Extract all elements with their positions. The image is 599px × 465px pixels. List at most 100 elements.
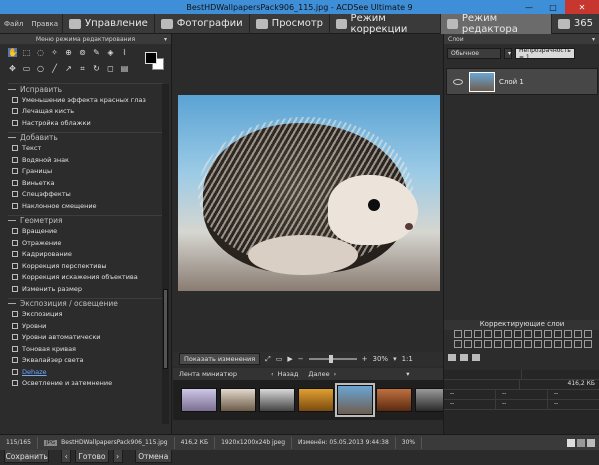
line-icon[interactable]: ╱ [50, 64, 59, 73]
split-tone-icon[interactable] [474, 340, 482, 348]
tab-365[interactable]: 365 [550, 13, 599, 34]
tone-adjust-icon[interactable] [514, 330, 522, 338]
gradient-map-icon[interactable] [514, 340, 522, 348]
vignette-adjust-icon[interactable] [564, 330, 572, 338]
fit-icon[interactable]: ⤢ [265, 355, 271, 364]
tool-text[interactable]: Текст [8, 143, 163, 155]
thumbnail[interactable] [181, 388, 217, 412]
threshold-icon[interactable] [494, 340, 502, 348]
zoom-slider[interactable] [308, 355, 357, 363]
foreground-color-swatch[interactable] [145, 52, 157, 64]
back-button[interactable]: Назад [278, 370, 299, 378]
crop-icon[interactable]: ⌗ [78, 64, 87, 73]
histogram-icon[interactable] [567, 438, 575, 447]
dodge-adjust-icon[interactable] [544, 340, 552, 348]
noise-adjust-icon[interactable] [554, 330, 562, 338]
cancel-button[interactable]: Отмена [134, 449, 172, 463]
channel-mixer-icon[interactable] [524, 340, 532, 348]
thumbnail[interactable] [220, 388, 256, 412]
lut-adjust-icon[interactable] [584, 340, 592, 348]
chevron-down-icon[interactable]: ▾ [504, 48, 512, 59]
chevron-down-icon[interactable]: ▾ [164, 36, 167, 43]
posterize-icon[interactable] [484, 340, 492, 348]
zoom-knob[interactable] [328, 355, 333, 363]
play-icon[interactable]: ▶ [287, 355, 292, 363]
contrast-adjust-icon[interactable] [454, 340, 462, 348]
next-arrow-icon[interactable]: › [112, 449, 123, 463]
back-arrow-icon[interactable]: ‹ [271, 370, 274, 378]
image-canvas[interactable] [173, 34, 443, 352]
tab-develop[interactable]: Режим коррекции [329, 13, 440, 35]
tab-manage[interactable]: Управление [61, 13, 154, 34]
curves-adjust-icon[interactable] [464, 330, 472, 338]
tool-levels[interactable]: Уровни [8, 320, 163, 332]
section-add[interactable]: Добавить [8, 131, 163, 143]
move-icon[interactable]: ✥ [8, 64, 17, 73]
next-arrow-icon[interactable]: › [334, 370, 337, 378]
sepia-adjust-icon[interactable] [564, 340, 572, 348]
tool-dodge-burn[interactable]: Осветление и затемнение [8, 378, 163, 390]
actual-size-button[interactable]: 1:1 [402, 355, 413, 363]
tool-light-eq[interactable]: Эквалайзер света [8, 355, 163, 367]
chevron-down-icon[interactable]: ▾ [393, 355, 397, 363]
opacity-field[interactable]: Непрозрачность = 1 [515, 47, 575, 61]
close-button[interactable]: ✕ [565, 0, 599, 14]
tool-exposure[interactable]: Экспозиция [8, 309, 163, 321]
tool-dehaze[interactable]: Dehaze [8, 366, 163, 378]
shadow-adjust-icon[interactable] [534, 340, 542, 348]
section-geometry[interactable]: Геометрия [8, 214, 163, 226]
tab-photos[interactable]: Фотографии [153, 13, 249, 34]
thumbnail[interactable] [259, 388, 295, 412]
target-icon[interactable]: ⊕ [64, 48, 73, 57]
tool-lens-distortion[interactable]: Коррекция искажения объектива [8, 272, 163, 284]
blend-mode-select[interactable]: Обычное [447, 48, 501, 59]
eraser-icon[interactable]: ◻ [106, 64, 115, 73]
gradient-icon[interactable]: ▤ [120, 64, 129, 73]
hsl-adjust-icon[interactable] [494, 330, 502, 338]
brush-icon[interactable]: ✎ [92, 48, 101, 57]
levels-adjust-icon[interactable] [454, 330, 462, 338]
next-button[interactable]: Далее [308, 370, 329, 378]
prev-arrow-icon[interactable]: ‹ [61, 449, 72, 463]
section-fix[interactable]: Исправить [8, 83, 163, 94]
rect-icon[interactable]: ▭ [22, 64, 31, 73]
tool-borders[interactable]: Границы [8, 166, 163, 178]
hand-icon[interactable]: ✋ [8, 48, 18, 57]
blur-adjust-icon[interactable] [544, 330, 552, 338]
tint-adjust-icon[interactable] [574, 340, 582, 348]
tool-auto-levels[interactable]: Уровни автоматически [8, 332, 163, 344]
magic-wand-icon[interactable]: ✧ [50, 48, 59, 57]
tool-skin-tune[interactable]: Настройка облажки [8, 117, 163, 129]
left-scrollbar[interactable] [162, 84, 169, 424]
collapse-filmstrip-icon[interactable]: ▾ [406, 370, 409, 378]
scroll-thumb[interactable] [163, 289, 168, 369]
zoom-out-icon[interactable]: − [298, 355, 304, 363]
sharpen-adjust-icon[interactable] [534, 330, 542, 338]
tool-rotate[interactable]: Вращение [8, 226, 163, 238]
tool-resize[interactable]: Изменить размер [8, 283, 163, 295]
tool-tone-curve[interactable]: Тоновая кривая [8, 343, 163, 355]
done-button[interactable]: Готово [75, 449, 109, 463]
tool-watermark[interactable]: Водяной знак [8, 154, 163, 166]
fill-icon[interactable]: ◈ [106, 48, 115, 57]
exposure-adjust-icon[interactable] [474, 330, 482, 338]
tool-crop[interactable]: Кадрирование [8, 249, 163, 261]
menu-file[interactable]: Файл [0, 20, 27, 28]
grain-adjust-icon[interactable] [574, 330, 582, 338]
invert-icon[interactable] [504, 340, 512, 348]
eye-icon[interactable] [453, 78, 463, 85]
chevron-down-icon[interactable]: ▾ [592, 36, 595, 43]
arrow-icon[interactable]: ↗ [64, 64, 73, 73]
bw-adjust-icon[interactable] [504, 330, 512, 338]
layer-row[interactable]: Слой 1 [446, 68, 598, 95]
show-changes-button[interactable]: Показать изменения [179, 353, 261, 365]
tool-healing-brush[interactable]: Лечащая кисть [8, 106, 163, 118]
add-layer-icon[interactable] [448, 354, 456, 361]
save-button[interactable]: Сохранить [4, 449, 50, 463]
tool-red-eye[interactable]: Уменьшение эффекта красных глаз [8, 94, 163, 106]
duplicate-layer-icon[interactable] [460, 354, 468, 361]
display-icon[interactable] [577, 438, 585, 447]
mask-icon[interactable] [472, 354, 480, 361]
thumbnail[interactable] [298, 388, 334, 412]
burn-adjust-icon[interactable] [554, 340, 562, 348]
